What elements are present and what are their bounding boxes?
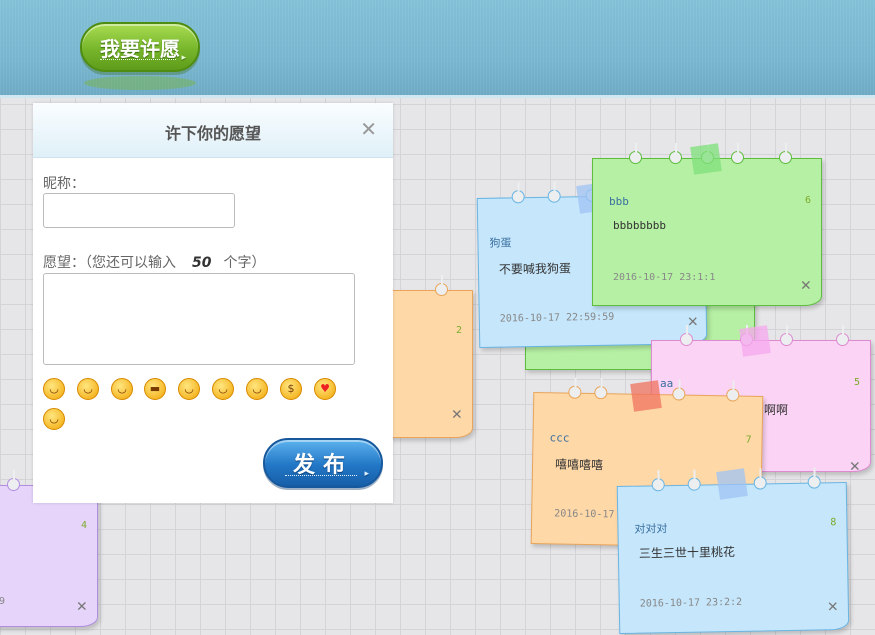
- nickname-label: 昵称：: [43, 176, 85, 192]
- note-content: 不要喊我狗蛋: [498, 261, 572, 277]
- make-wish-dialog: 许下你的愿望 ✕ 昵称： 愿望：（您还可以输入 50 个字） ◡ ◡ ◡ ▬ ◡ ◡…: [33, 103, 393, 503]
- make-wish-button[interactable]: 我要许愿 ▸: [80, 22, 200, 72]
- note-time: 2016-10-17 22:59:59: [499, 311, 615, 325]
- note-nickname: 对对对: [634, 522, 668, 536]
- note-purple-left[interactable]: 4 9 ✕: [0, 470, 98, 627]
- button-dots-decoration: [285, 475, 357, 476]
- make-wish-label: 我要许愿: [100, 36, 180, 61]
- close-icon[interactable]: ✕: [452, 406, 462, 423]
- pin-hole-icon: [836, 325, 849, 346]
- close-icon[interactable]: ✕: [687, 311, 698, 331]
- pin-hole-icon: [547, 189, 561, 203]
- pin-hole-icon: [568, 385, 582, 399]
- note-content: 啊啊: [764, 403, 789, 417]
- note-nickname: aa: [660, 377, 674, 390]
- tape-decoration: [716, 468, 748, 500]
- pin-hole-icon: [731, 143, 744, 164]
- emoji-grin-icon[interactable]: ◡: [178, 378, 200, 400]
- arrow-right-icon: ▸: [364, 469, 369, 479]
- note-content: 嘻嘻嘻嘻: [554, 457, 604, 473]
- remaining-chars-count: 50: [192, 255, 212, 271]
- close-icon[interactable]: ✕: [827, 596, 838, 616]
- wish-label: 愿望：（您还可以输入 50 个字）: [43, 252, 265, 272]
- note-time: 9: [0, 596, 6, 607]
- note-time: 2016-10-17 2: [554, 508, 627, 521]
- emoji-shy-icon[interactable]: ◡: [246, 378, 268, 400]
- note-number: 2: [455, 325, 462, 336]
- pin-hole-icon: [687, 477, 701, 491]
- pin-hole-icon: [780, 325, 793, 346]
- pin-hole-icon: [669, 143, 682, 164]
- pin-hole-icon: [629, 143, 642, 164]
- wish-label-suffix: 个字）: [223, 255, 266, 271]
- note-bbb[interactable]: bbb 6 bbbbbbbb 2016-10-17 23:1:1 ✕: [592, 143, 822, 306]
- emoji-money-eyes-icon[interactable]: $: [280, 378, 302, 400]
- note-nickname: 狗蛋: [489, 236, 512, 250]
- pin-hole-icon: [779, 143, 792, 164]
- note-nickname: bbb: [609, 195, 629, 208]
- note-number: 4: [80, 520, 87, 531]
- note-time: 2016-10-17 23:2:2: [639, 596, 743, 610]
- emoji-smile-icon[interactable]: ◡: [43, 408, 65, 430]
- tape-decoration: [630, 380, 662, 412]
- pin-hole-icon: [594, 386, 608, 400]
- pin-hole-icon: [726, 388, 740, 402]
- note-nickname: ccc: [549, 431, 570, 445]
- pin-hole-icon: [753, 476, 767, 490]
- pin-hole-icon: [7, 470, 20, 491]
- close-icon[interactable]: ✕: [77, 598, 87, 615]
- note-number: 6: [804, 195, 811, 206]
- publish-button[interactable]: 发布 ▸: [263, 438, 383, 488]
- note-number: 7: [745, 434, 752, 446]
- wish-textarea[interactable]: [43, 273, 355, 365]
- pin-hole-icon: [672, 387, 686, 401]
- note-content: bbbbbbbb: [613, 219, 666, 232]
- emoji-cover-mouth-icon[interactable]: ◡: [77, 378, 99, 400]
- pin-hole-icon: [680, 325, 693, 346]
- dialog-title: 许下你的愿望: [164, 124, 261, 143]
- emoji-smile-blush-icon[interactable]: ◡: [111, 378, 133, 400]
- button-reflection: [84, 76, 196, 90]
- pin-hole-icon: [807, 475, 821, 489]
- close-icon[interactable]: ✕: [850, 458, 860, 475]
- note-duiduidui[interactable]: 对对对 8 三生三世十里桃花 2016-10-17 23:2:2 ✕: [616, 475, 850, 634]
- note-number: 5: [853, 377, 860, 388]
- wish-label-prefix: 愿望：（您还可以输入: [43, 255, 176, 271]
- pin-hole-icon: [435, 275, 448, 296]
- close-icon[interactable]: ✕: [360, 119, 377, 139]
- arrow-right-icon: ▸: [181, 53, 186, 63]
- emoji-sunglasses-icon[interactable]: ▬: [144, 378, 166, 400]
- pin-hole-icon: [511, 190, 525, 204]
- nickname-input[interactable]: [43, 193, 235, 228]
- dialog-header: 许下你的愿望 ✕: [33, 103, 393, 158]
- tape-decoration: [690, 143, 722, 175]
- close-icon[interactable]: ✕: [801, 277, 811, 294]
- note-number: 8: [830, 517, 837, 529]
- tape-decoration: [739, 325, 771, 357]
- emoji-grin-sweat-icon[interactable]: ◡: [43, 378, 65, 400]
- note-time: 2016-10-17 23:1:1: [613, 272, 716, 283]
- button-dots-decoration: [100, 59, 176, 60]
- emoji-heart-eyes-icon[interactable]: ♥: [314, 378, 336, 400]
- emoji-hug-icon[interactable]: ◡: [212, 378, 234, 400]
- note-content: 三生三世十里桃花: [638, 544, 736, 561]
- pin-hole-icon: [651, 478, 665, 492]
